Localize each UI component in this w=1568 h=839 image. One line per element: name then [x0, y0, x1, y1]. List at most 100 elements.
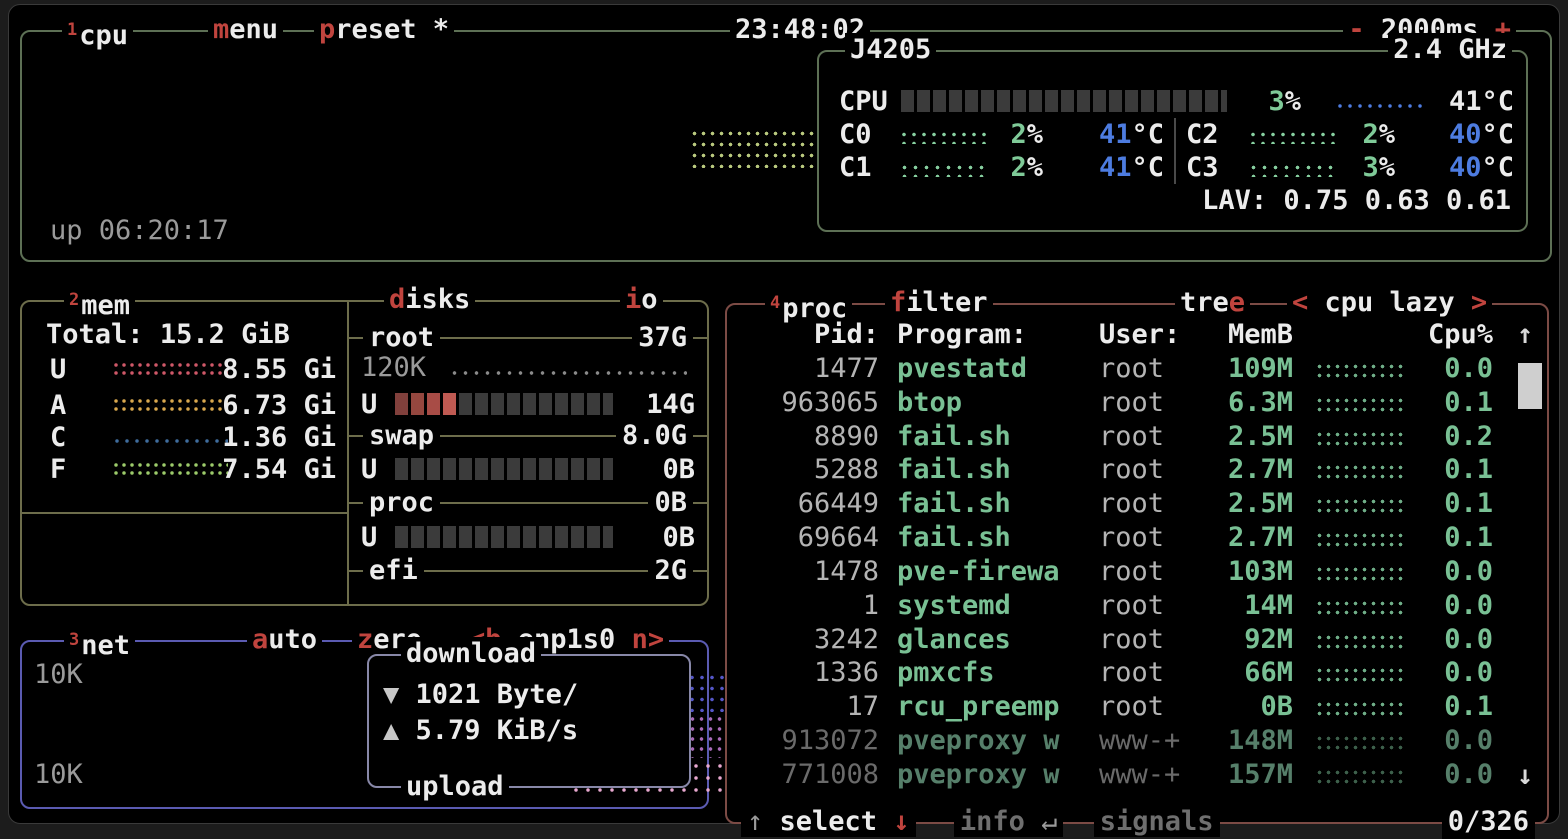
process-row[interactable]: 963065btoproot6.3M0.1 [727, 386, 1547, 419]
net-box: 3net auto zero <b enp1s0 n> 10K 10K down… [20, 640, 709, 809]
core-c0: C0 2% 41°C [819, 118, 1174, 151]
mem-used-graph [112, 361, 228, 379]
rule [440, 435, 616, 437]
process-row[interactable]: 17rcu_preemproot0B0.1 [727, 690, 1547, 723]
process-pid: 3242 [743, 623, 879, 656]
mem-row-value: 1.36 Gi [222, 421, 336, 454]
rule [693, 435, 707, 437]
filter-button[interactable]: filter [885, 286, 993, 320]
disk-used-value: 0B [662, 453, 695, 486]
info-control[interactable]: info ↵ [954, 806, 1064, 837]
header-program[interactable]: Program: [897, 318, 1102, 351]
cpu-title-label: cpu [79, 20, 128, 51]
process-row[interactable]: 913072pveproxy wwww-+148M0.0 [727, 724, 1547, 757]
auto-hotkey: a [252, 624, 268, 655]
rule [349, 570, 363, 572]
header-pid[interactable]: Pid: [743, 318, 879, 351]
process-row[interactable]: 3242glancesroot92M0.0 [727, 623, 1547, 656]
process-row[interactable]: 771008pveproxy wwww-+157M0.0 [727, 758, 1547, 791]
sort-prev-button[interactable]: < [1292, 287, 1308, 318]
net-auto-button[interactable]: auto [247, 623, 322, 657]
process-name: fail.sh [897, 521, 1102, 554]
process-cpu-graph [1315, 734, 1403, 750]
process-row[interactable]: 1477pvestatdroot109M0.0 [727, 352, 1547, 385]
disk-io-graph [449, 369, 687, 377]
core-temp-value: 40 [1449, 119, 1482, 150]
process-row[interactable]: 1336pmxcfsroot66M0.0 [727, 656, 1547, 689]
sort-next-button[interactable]: > [1471, 287, 1487, 318]
disk-proc-header: proc 0B [349, 486, 707, 519]
cpu-total-meter [901, 90, 1227, 112]
menu-hotkey: m [213, 14, 229, 45]
select-up-icon[interactable]: ↑ [747, 806, 763, 837]
cpu-box-title[interactable]: 1cpu [62, 13, 133, 53]
header-mem[interactable]: MemB [1195, 318, 1293, 351]
process-mem: 6.3M [1195, 386, 1293, 419]
select-control[interactable]: ↑ select ↓ [741, 806, 916, 837]
mem-total-label: Total: [46, 319, 144, 350]
disk-used-meter [395, 526, 613, 548]
core-row-1-3: C1 2% 41°C C3 3% 40°C [819, 151, 1526, 184]
mem-row-label: U [50, 353, 66, 386]
process-mem: 157M [1195, 758, 1293, 791]
btop-terminal: { "cpu": { "num": "1", "title": "cpu", "… [0, 0, 1568, 832]
tree-button[interactable]: tree [1175, 286, 1250, 320]
process-cpu: 0.0 [1405, 589, 1493, 622]
mem-row-value: 6.73 Gi [222, 389, 336, 422]
cpu-hotkey: 1 [67, 20, 79, 40]
core-percent: 2% [969, 118, 1043, 151]
mem-total: Total: 15.2 GiB [46, 318, 290, 351]
mem-row-label: F [50, 453, 66, 486]
enter-icon: ↵ [1041, 806, 1057, 837]
sort-selector[interactable]: < cpu lazy > [1287, 286, 1492, 320]
process-mem: 0B [1195, 690, 1293, 723]
disk-root-used-row: U 14G [349, 388, 707, 421]
process-cpu-graph [1315, 430, 1403, 446]
menu-button[interactable]: menu [208, 13, 283, 47]
process-cpu-graph [1315, 497, 1403, 513]
process-cpu-graph [1315, 599, 1403, 615]
process-row[interactable]: 66449fail.shroot2.5M0.1 [727, 487, 1547, 520]
process-row[interactable]: 8890fail.shroot2.5M0.2 [727, 420, 1547, 453]
process-pid: 17 [743, 690, 879, 723]
download-rate: 1021 Byte/ [416, 679, 579, 710]
core-temp-value: 41 [1099, 152, 1132, 183]
process-row[interactable]: 5288fail.shroot2.7M0.1 [727, 453, 1547, 486]
core-temp-value: 40 [1449, 152, 1482, 183]
cpu-model: J4205 [845, 33, 936, 67]
process-cpu: 0.0 [1405, 352, 1493, 385]
core-temp: 41°C [1099, 118, 1164, 151]
tree-hotkey: e [1229, 287, 1245, 318]
preset-button[interactable]: preset * [314, 13, 454, 47]
interval-decrease-button[interactable]: - [1348, 14, 1364, 45]
disk-used-fill [395, 393, 459, 415]
process-name: fail.sh [897, 420, 1102, 453]
signals-control[interactable]: signals [1094, 806, 1220, 837]
header-cpu[interactable]: Cpu% [1405, 318, 1493, 351]
process-row[interactable]: 1systemdroot14M0.0 [727, 589, 1547, 622]
core-percent-value: 2 [1362, 119, 1378, 150]
process-name: pveproxy w [897, 724, 1102, 757]
next-interface-button[interactable]: n> [632, 624, 665, 655]
process-pid: 66449 [743, 487, 879, 520]
filter-hotkey: f [890, 287, 906, 318]
process-cpu: 0.1 [1405, 453, 1493, 486]
select-down-icon[interactable]: ↓ [893, 806, 909, 837]
filter-label: ilter [906, 287, 987, 318]
mem-box-title[interactable]: 2mem [64, 283, 135, 323]
preset-label: reset * [335, 14, 449, 45]
cpu-total-temp-value: 41 [1449, 86, 1482, 117]
rule [693, 570, 707, 572]
download-rate-row: ▼ 1021 Byte/ [383, 678, 578, 711]
net-stats-box: download ▼ 1021 Byte/ ▲ 5.79 KiB/s uploa… [367, 654, 691, 788]
core-label: C1 [839, 151, 872, 184]
process-cpu: 0.1 [1405, 690, 1493, 723]
process-row[interactable]: 69664fail.shroot2.7M0.1 [727, 521, 1547, 554]
cpu-total-percent-unit: % [1285, 86, 1301, 117]
net-box-title[interactable]: 3net [64, 623, 135, 663]
process-pid: 1477 [743, 352, 879, 385]
process-cpu: 0.0 [1405, 623, 1493, 656]
scroll-up-icon[interactable]: ↑ [1517, 318, 1533, 351]
process-row[interactable]: 1478pve-firewaroot103M0.0 [727, 555, 1547, 588]
cpu-detail-box: J4205 2.4 GHz CPU 3% 41°C C0 2% 41°C C2 … [817, 50, 1528, 232]
